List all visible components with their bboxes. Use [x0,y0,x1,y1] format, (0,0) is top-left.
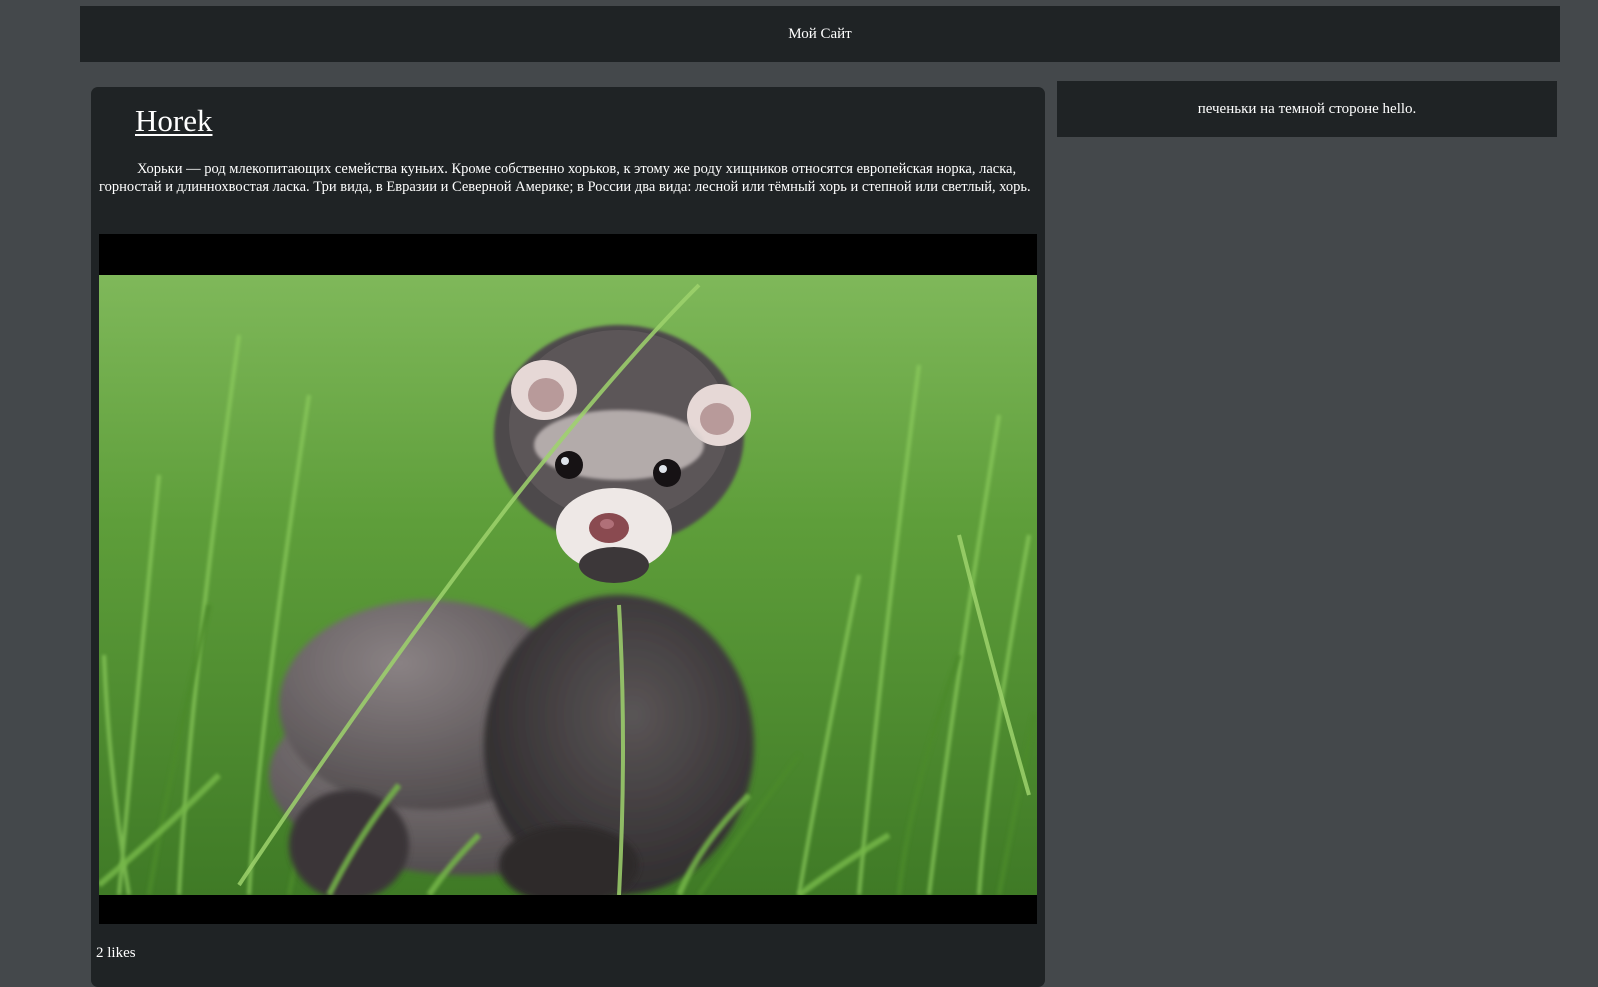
sidebar-panel: печеньки на темной стороне hello. [1057,81,1557,137]
site-title: Мой Сайт [788,25,852,42]
site-header: Мой Сайт [80,6,1560,62]
post-card: Horek Хорьки — род млекопитающих семейст… [91,87,1045,987]
sidebar-text: печеньки на темной стороне hello. [1197,100,1417,117]
likes-count: 2 likes [96,945,136,961]
post-title: Horek [135,103,212,139]
ferret-photo [99,275,1037,895]
post-title-link[interactable]: Horek [135,103,212,138]
post-text: Хорьки — род млекопитающих семейства кун… [99,161,1031,195]
post-image [99,234,1037,924]
